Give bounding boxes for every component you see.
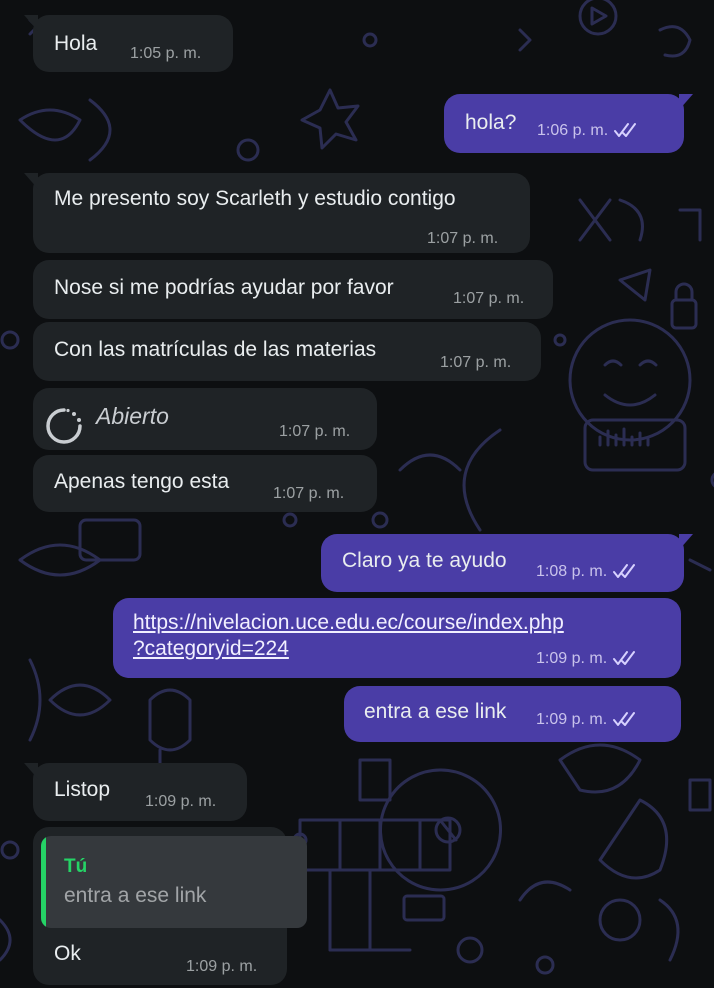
message-text: hola? [465,111,517,134]
message-text: Hola [54,32,98,55]
message-time: 1:07 p. m. [273,485,345,502]
message-bubble-incoming[interactable]: Apenas tengo esta 1:07 p. m. [33,455,377,512]
message-text: Listop [54,778,111,801]
message-bubble-incoming[interactable]: Tú entra a ese link Ok 1:09 p. m. [33,827,307,985]
double-check-icon [613,712,636,726]
message-text: Ok [54,942,81,965]
quote-accent-bar [41,836,46,928]
message-meta: 1:09 p. m. [536,711,637,729]
message-text: Abierto [96,403,169,429]
message-bubble-incoming[interactable]: Hola 1:05 p. m. [24,15,233,72]
message-bubble-outgoing[interactable]: https://nivelacion.uce.edu.ec/course/ind… [113,598,681,678]
message-time: 1:07 p. m. [453,290,525,307]
message-time: 1:09 p. m. [536,711,608,728]
message-text: Apenas tengo esta [54,470,230,493]
message-time: 1:09 p. m. [186,958,258,975]
message-bubble-outgoing[interactable]: hola? 1:06 p. m. [444,94,693,153]
message-bubble-outgoing[interactable]: Claro ya te ayudo 1:08 p. m. [321,534,693,592]
message-time: 1:07 p. m. [427,230,499,247]
message-link[interactable]: https://nivelacion.uce.edu.ec/course/ind… [133,610,564,636]
message-time: 1:07 p. m. [440,354,512,371]
bubble-tail [24,763,38,779]
message-text: entra a ese link [364,700,507,723]
bubble-tail [24,15,38,31]
double-check-icon [613,564,636,578]
message-bubble-incoming[interactable]: Abierto 1:07 p. m. [33,388,377,450]
double-check-icon [613,651,636,665]
message-text: Me presento soy Scarleth y estudio conti… [54,187,456,210]
message-link[interactable]: ?categoryid=224 [133,636,289,662]
message-meta: 1:08 p. m. [536,563,637,581]
message-bubble-incoming[interactable]: Con las matrículas de las materias 1:07 … [33,322,541,381]
message-time: 1:09 p. m. [145,793,217,810]
message-meta: 1:09 p. m. [536,650,637,668]
bubble-tail [679,534,693,550]
quote-author: Tú [64,856,88,877]
message-text: Nose si me podrías ayudar por favor [54,276,394,299]
quoted-reply[interactable]: Tú entra a ese link [41,836,307,928]
message-bubble-incoming[interactable]: Nose si me podrías ayudar por favor 1:07… [33,260,553,319]
message-bubble-incoming[interactable]: Me presento soy Scarleth y estudio conti… [24,173,530,253]
quote-text: entra a ese link [64,884,207,907]
message-meta: 1:06 p. m. [537,122,638,140]
message-bubble-incoming[interactable]: Listop 1:09 p. m. [24,763,247,821]
message-text: Con las matrículas de las materias [54,338,377,361]
view-once-icon [46,408,82,444]
bubble-tail [679,94,693,110]
message-time: 1:07 p. m. [279,423,351,440]
message-time: 1:08 p. m. [536,563,608,580]
double-check-icon [614,123,637,137]
message-bubble-outgoing[interactable]: entra a ese link 1:09 p. m. [344,686,681,742]
message-time: 1:09 p. m. [536,650,608,667]
message-time: 1:05 p. m. [130,45,202,62]
bubble-tail [24,173,38,189]
message-text: Claro ya te ayudo [342,549,507,572]
message-time: 1:06 p. m. [537,122,609,139]
